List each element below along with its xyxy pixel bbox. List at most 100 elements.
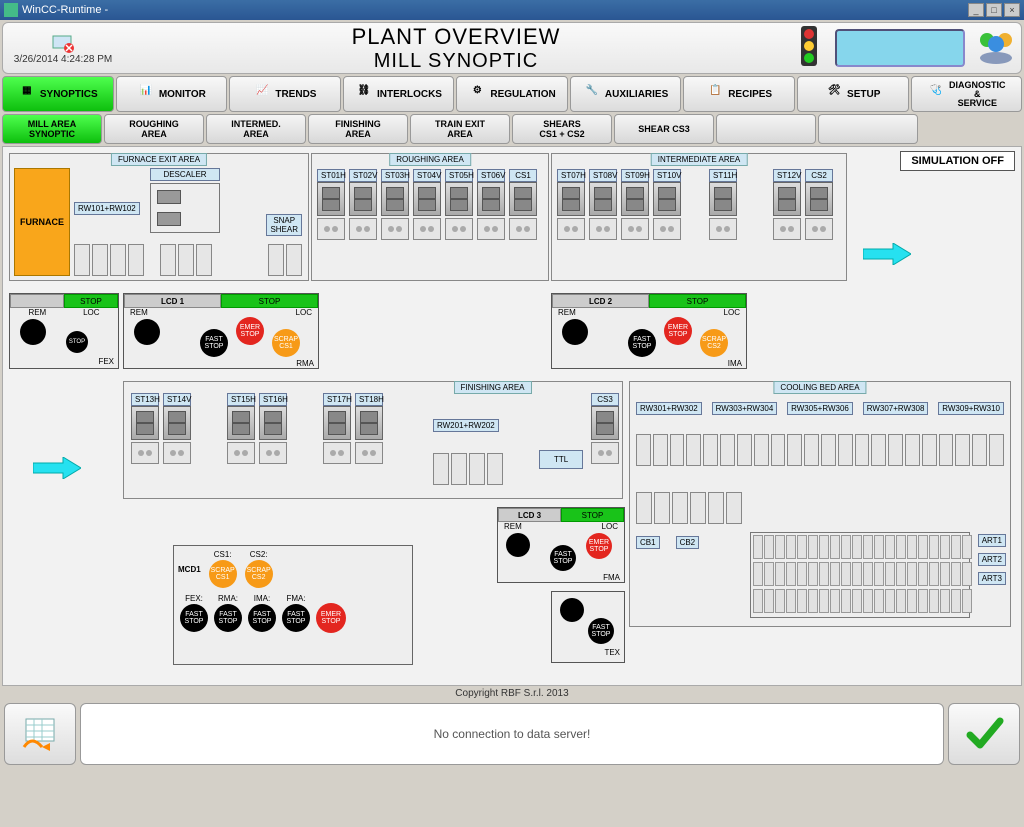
sub-empty-1[interactable] [716, 114, 816, 144]
sub-intermed[interactable]: INTERMED. AREA [206, 114, 306, 144]
stand-st06v[interactable]: ST06V [477, 169, 505, 240]
sub-nav: MILL AREA SYNOPTIC ROUGHING AREA INTERME… [2, 114, 1022, 144]
status-panel[interactable] [835, 29, 965, 67]
minimize-button[interactable]: _ [968, 3, 984, 17]
stand-st15h[interactable]: ST15H [227, 393, 255, 464]
recipes-icon: 📋 [706, 85, 724, 103]
sub-finishing[interactable]: FINISHING AREA [308, 114, 408, 144]
nav-monitor[interactable]: 📊MONITOR [116, 76, 228, 112]
mcd1-panel[interactable]: MCD1 CS1:SCRAP CS1 CS2:SCRAP CS2 FEX:FAS… [173, 545, 413, 665]
nav-auxiliaries[interactable]: 🔧AUXILIARIES [570, 76, 682, 112]
stand-cs1[interactable]: CS1 [509, 169, 537, 240]
stand-st11h[interactable]: ST11H [709, 169, 737, 240]
trends-icon: 📈 [253, 85, 271, 103]
copyright: Copyright RBF S.r.l. 2013 [0, 688, 1024, 699]
interlocks-icon: ⛓ [355, 85, 373, 103]
stand-st14v[interactable]: ST14V [163, 393, 191, 464]
cb1-tag[interactable]: CB1 [636, 536, 660, 549]
cabinet [74, 244, 90, 276]
nav-recipes[interactable]: 📋RECIPES [683, 76, 795, 112]
bottom-bar: No connection to data server! [4, 703, 1020, 765]
page-title-2: MILL SYNOPTIC [123, 50, 789, 73]
stand-st16h[interactable]: ST16H [259, 393, 287, 464]
status-message: No connection to data server! [80, 703, 944, 765]
stand-cs2[interactable]: CS2 [805, 169, 833, 240]
furnace-exit-group: FURNACE EXIT AREA FURNACE RW101+RW102 DE… [9, 153, 309, 281]
window-title: WinCC-Runtime - [22, 4, 108, 16]
rw-tag[interactable]: RW307+RW308 [863, 402, 929, 415]
furnace-block[interactable]: FURNACE [14, 168, 70, 276]
stand-st10v[interactable]: ST10V [653, 169, 681, 240]
ttl-box[interactable]: TTL [539, 449, 583, 469]
art1[interactable]: ART1 [978, 534, 1006, 547]
checkmark-icon [964, 717, 1004, 751]
regulation-icon: ⚙ [468, 85, 486, 103]
fex-panel[interactable]: STOP REMLOC STOP FEX [9, 293, 119, 369]
rw-tag[interactable]: RW303+RW304 [712, 402, 778, 415]
diagnostic-icon: 🩺 [927, 85, 945, 103]
stand-st05h[interactable]: ST05H [445, 169, 473, 240]
sub-train-exit[interactable]: TRAIN EXIT AREA [410, 114, 510, 144]
stand-st08v[interactable]: ST08V [589, 169, 617, 240]
nav-diagnostic[interactable]: 🩺DIAGNOSTIC & SERVICE [911, 76, 1023, 112]
maximize-button[interactable]: □ [986, 3, 1002, 17]
rw201-tag[interactable]: RW201+RW202 [433, 415, 499, 433]
sub-roughing[interactable]: ROUGHING AREA [104, 114, 204, 144]
art3[interactable]: ART3 [978, 572, 1006, 585]
stand-strip-roughing: ST01HST02VST03HST04VST05HST06VCS1 [317, 169, 537, 240]
cb2-tag[interactable]: CB2 [676, 536, 700, 549]
snap-shear[interactable]: SNAP SHEAR [266, 214, 302, 237]
stand-st18h[interactable]: ST18H [355, 393, 383, 464]
nav-synoptics[interactable]: ▦SYNOPTICS [2, 76, 114, 112]
stand-st04v[interactable]: ST04V [413, 169, 441, 240]
app-icon [4, 3, 18, 17]
sub-empty-2[interactable] [818, 114, 918, 144]
window-titlebar: WinCC-Runtime - _ □ × [0, 0, 1024, 20]
nav-trends[interactable]: 📈TRENDS [229, 76, 341, 112]
rw101-tag[interactable]: RW101+RW102 [74, 198, 140, 216]
export-button[interactable] [4, 703, 76, 765]
sub-shears-cs12[interactable]: SHEARS CS1 + CS2 [512, 114, 612, 144]
close-button[interactable]: × [1004, 3, 1020, 17]
furnace-exit-label: FURNACE EXIT AREA [111, 153, 207, 166]
rw-tag[interactable]: RW309+RW310 [938, 402, 1004, 415]
tex-panel[interactable]: FAST STOP TEX [551, 591, 625, 663]
main-nav: ▦SYNOPTICS 📊MONITOR 📈TRENDS ⛓INTERLOCKS … [2, 76, 1022, 112]
cooling-bed [750, 532, 970, 618]
simulation-status: SIMULATION OFF [900, 151, 1015, 171]
spreadsheet-icon [20, 717, 60, 751]
lcd2-panel[interactable]: LCD 2STOP REMLOC FAST STOP EMER STOP SCR… [551, 293, 747, 369]
nav-regulation[interactable]: ⚙REGULATION [456, 76, 568, 112]
monitor-icon: 📊 [137, 85, 155, 103]
stand-st13h[interactable]: ST13H [131, 393, 159, 464]
descaler[interactable]: DESCALER [150, 168, 220, 233]
auxiliaries-icon: 🔧 [583, 85, 601, 103]
nav-interlocks[interactable]: ⛓INTERLOCKS [343, 76, 455, 112]
stand-st07h[interactable]: ST07H [557, 169, 585, 240]
rw-tag[interactable]: RW301+RW302 [636, 402, 702, 415]
lcd1-panel[interactable]: LCD 1STOP REMLOC FAST STOP EMER STOP SCR… [123, 293, 319, 369]
users-button[interactable] [971, 28, 1021, 69]
stand-st01h[interactable]: ST01H [317, 169, 345, 240]
stand-st03h[interactable]: ST03H [381, 169, 409, 240]
art2[interactable]: ART2 [978, 553, 1006, 566]
confirm-button[interactable] [948, 703, 1020, 765]
synoptics-icon: ▦ [18, 85, 36, 103]
sub-shear-cs3[interactable]: SHEAR CS3 [614, 114, 714, 144]
synoptic-canvas: SIMULATION OFF FURNACE EXIT AREA FURNACE… [2, 146, 1022, 686]
traffic-light-icon [789, 26, 829, 71]
lcd3-panel[interactable]: LCD 3STOP REMLOC FAST STOP EMER STOP FMA [497, 507, 625, 583]
stand-st09h[interactable]: ST09H [621, 169, 649, 240]
cooling-group: COOLING BED AREA RW301+RW302RW303+RW304R… [629, 381, 1011, 627]
flow-arrow-right-1 [863, 243, 911, 265]
stand-st02v[interactable]: ST02V [349, 169, 377, 240]
rw-tag[interactable]: RW305+RW306 [787, 402, 853, 415]
stand-st17h[interactable]: ST17H [323, 393, 351, 464]
disconnected-icon [49, 32, 77, 54]
page-title-1: PLANT OVERVIEW [123, 24, 789, 50]
header-bar: 3/26/2014 4:24:28 PM PLANT OVERVIEW MILL… [2, 22, 1022, 74]
stand-st12v[interactable]: ST12V [773, 169, 801, 240]
sub-mill-area[interactable]: MILL AREA SYNOPTIC [2, 114, 102, 144]
stand-cs3[interactable]: CS3 [591, 393, 619, 464]
nav-setup[interactable]: 🛠SETUP [797, 76, 909, 112]
